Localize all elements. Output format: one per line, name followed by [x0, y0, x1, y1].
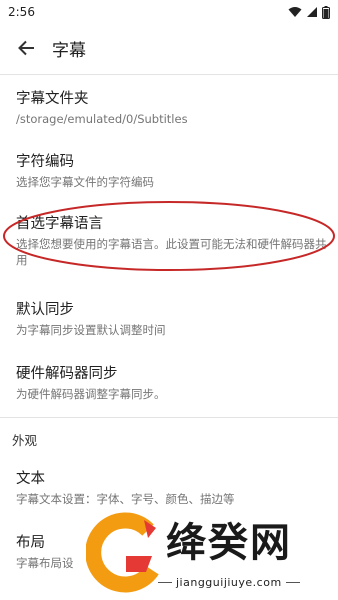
pref-summary: /storage/emulated/0/Subtitles	[16, 112, 188, 126]
pref-title: 首选字幕语言	[16, 216, 103, 232]
wifi-icon	[288, 7, 302, 17]
pref-text[interactable]: 文本 字幕文本设置：字体、字号、颜色、描边等	[16, 469, 330, 507]
watermark-logo-icon	[86, 512, 159, 593]
pref-summary: 为硬件解码器调整字幕同步。	[16, 387, 166, 401]
section-divider	[0, 417, 338, 418]
pref-preferred-subtitle-language[interactable]: 首选字幕语言 选择您想要使用的字幕语言。此设置可能无法和硬件解码器共用	[16, 214, 330, 268]
pref-hw-decoder-sync[interactable]: 硬件解码器同步 为硬件解码器调整字幕同步。	[16, 364, 330, 402]
pref-summary: 选择您字幕文件的字符编码	[16, 175, 154, 189]
watermark-line-left	[158, 582, 172, 583]
pref-title: 硬件解码器同步	[16, 366, 118, 382]
pref-summary: 选择您想要使用的字幕语言。此设置可能无法和硬件解码器共用	[16, 237, 327, 267]
watermark-url-row: jiangguijiuye.com	[158, 576, 300, 589]
back-button[interactable]	[0, 24, 52, 72]
watermark-brand: 绛癸网	[166, 520, 292, 566]
signal-icon	[307, 7, 317, 17]
status-icons	[288, 5, 330, 19]
pref-subtitle-folder[interactable]: 字幕文件夹 /storage/emulated/0/Subtitles	[16, 89, 330, 127]
battery-icon	[322, 5, 330, 19]
app-bar-divider	[0, 74, 338, 75]
page-title: 字幕	[52, 40, 86, 61]
pref-default-sync[interactable]: 默认同步 为字幕同步设置默认调整时间	[16, 300, 330, 338]
watermark: 绛癸网 jiangguijiuye.com	[86, 505, 338, 600]
app-bar: 字幕	[0, 24, 338, 72]
pref-char-encoding[interactable]: 字符编码 选择您字幕文件的字符编码	[16, 152, 330, 190]
arrow-back-icon	[18, 40, 34, 56]
watermark-line-right	[285, 582, 300, 583]
pref-summary: 为字幕同步设置默认调整时间	[16, 323, 166, 337]
pref-title: 文本	[16, 471, 45, 487]
watermark-url: jiangguijiuye.com	[176, 576, 282, 589]
status-bar: 2:56	[0, 0, 338, 24]
pref-title: 字幕文件夹	[16, 91, 89, 107]
section-header-appearance: 外观	[12, 433, 38, 448]
pref-title: 字符编码	[16, 154, 74, 170]
pref-title: 默认同步	[16, 302, 74, 318]
status-time: 2:56	[8, 5, 35, 19]
